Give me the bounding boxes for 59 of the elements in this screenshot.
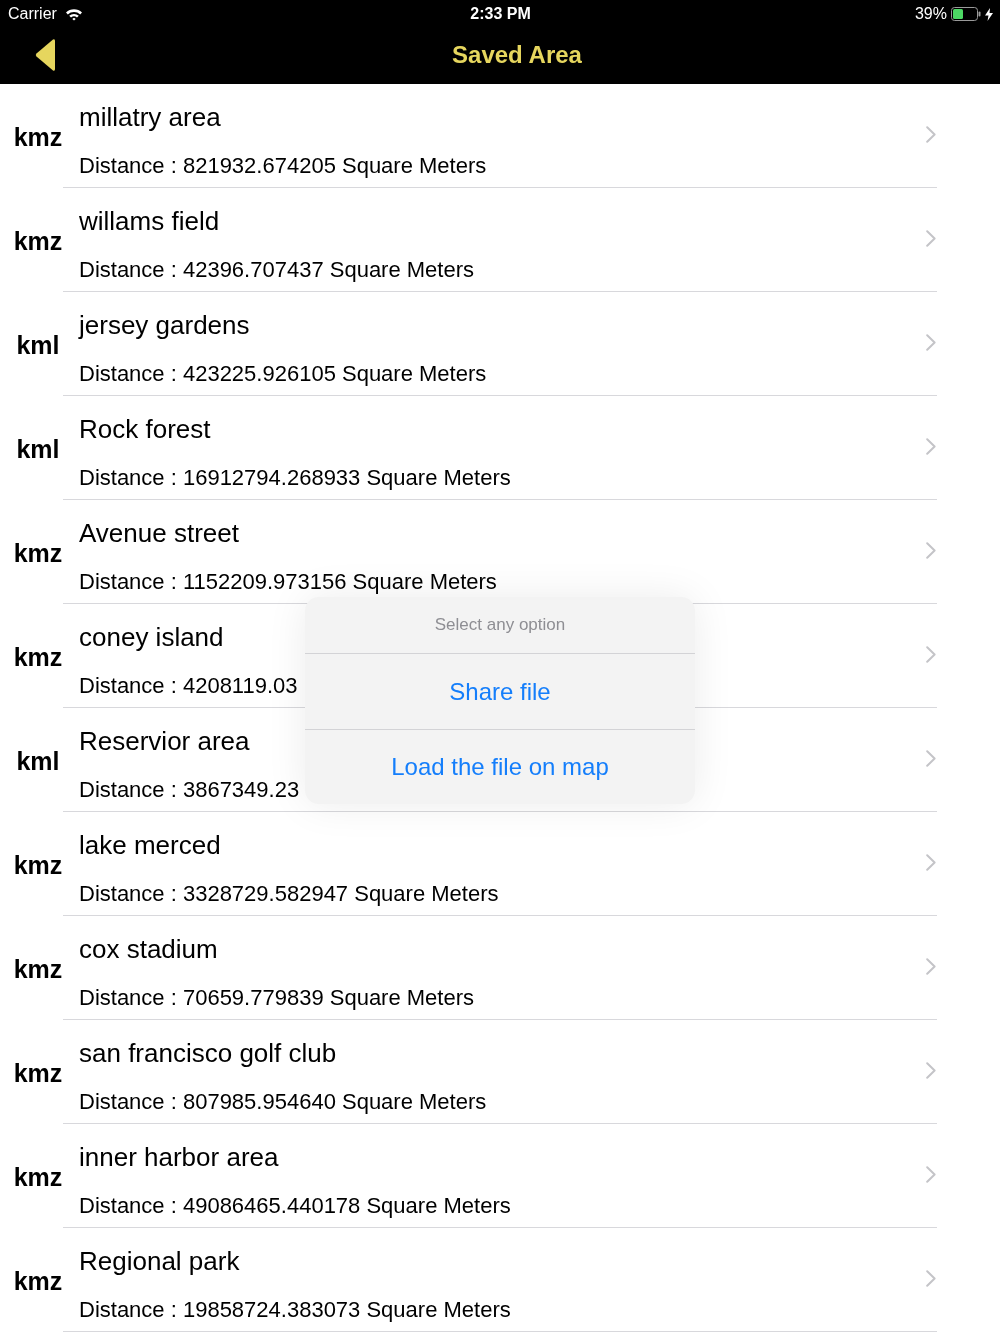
file-name: jersey gardens xyxy=(79,309,250,341)
file-name: millatry area xyxy=(79,101,221,133)
area-text: Distance : 4208119.03 xyxy=(79,673,298,699)
screen-title: Saved Area xyxy=(452,40,582,70)
area-text: Distance : 42396.707437 Square Meters xyxy=(79,257,475,283)
chevron-icon xyxy=(926,1166,936,1183)
file-type-label: kmz xyxy=(13,850,63,879)
file-name: cox stadium xyxy=(79,933,218,965)
chevron-icon xyxy=(926,750,936,767)
file-name: Avenue street xyxy=(79,517,239,549)
carrier-text: Carrier xyxy=(8,4,57,24)
area-text: Distance : 70659.779839 Square Meters xyxy=(79,985,475,1011)
chevron-icon xyxy=(926,334,936,351)
area-text: Distance : 1152209.973156 Square Meters xyxy=(79,569,497,595)
file-type-label: kml xyxy=(16,746,60,775)
area-text: Distance : 49086465.440178 Square Meters xyxy=(79,1193,511,1219)
file-name: Regional park xyxy=(79,1245,240,1277)
chevron-icon xyxy=(926,958,936,975)
file-type-label: kmz xyxy=(13,954,63,983)
file-type-label: kmz xyxy=(13,538,63,567)
file-name: coney island xyxy=(79,621,224,653)
file-name: willams field xyxy=(79,205,220,237)
chevron-icon xyxy=(926,854,936,871)
file-name: Reservior area xyxy=(79,725,250,757)
chevron-icon xyxy=(926,646,936,663)
area-text: Distance : 3328729.582947 Square Meters xyxy=(79,881,499,907)
file-name: san francisco golf club xyxy=(79,1037,337,1069)
area-text: Distance : 19858724.383073 Square Meters xyxy=(79,1297,511,1323)
file-type-label: kml xyxy=(16,330,60,359)
file-type-label: kmz xyxy=(13,1058,63,1087)
battery-icon xyxy=(951,7,981,21)
action-button[interactable]: Load the file on map xyxy=(305,729,695,804)
sheet-title: Select any option xyxy=(434,614,566,637)
file-type-label: kmz xyxy=(13,1266,63,1295)
chevron-icon xyxy=(926,230,936,247)
charging-icon xyxy=(985,7,993,21)
chevron-icon xyxy=(926,1062,936,1079)
file-type-label: kmz xyxy=(13,226,63,255)
chevron-icon xyxy=(926,126,936,143)
action-button[interactable]: Share file xyxy=(305,654,695,729)
battery-percent: 39% xyxy=(914,4,947,24)
wifi-icon xyxy=(64,7,83,21)
area-text: Distance : 807985.954640 Square Meters xyxy=(79,1089,487,1115)
file-type-label: kmz xyxy=(13,642,63,671)
back-icon[interactable] xyxy=(34,37,56,73)
file-type-label: kmz xyxy=(13,1162,63,1191)
area-text: Distance : 3867349.23 xyxy=(79,777,300,803)
file-type-label: kmz xyxy=(13,122,63,151)
file-type-label: kml xyxy=(16,434,60,463)
file-name: Rock forest xyxy=(79,413,211,445)
file-name: inner harbor area xyxy=(79,1141,279,1173)
area-text: Distance : 423225.926105 Square Meters xyxy=(79,361,487,387)
chevron-icon xyxy=(926,438,936,455)
chevron-icon xyxy=(926,1270,936,1287)
time-text: 2:33 PM xyxy=(470,4,531,24)
file-name: lake merced xyxy=(79,829,221,861)
chevron-icon xyxy=(926,542,936,559)
area-text: Distance : 821932.674205 Square Meters xyxy=(79,153,487,179)
area-text: Distance : 16912794.268933 Square Meters xyxy=(79,465,511,491)
